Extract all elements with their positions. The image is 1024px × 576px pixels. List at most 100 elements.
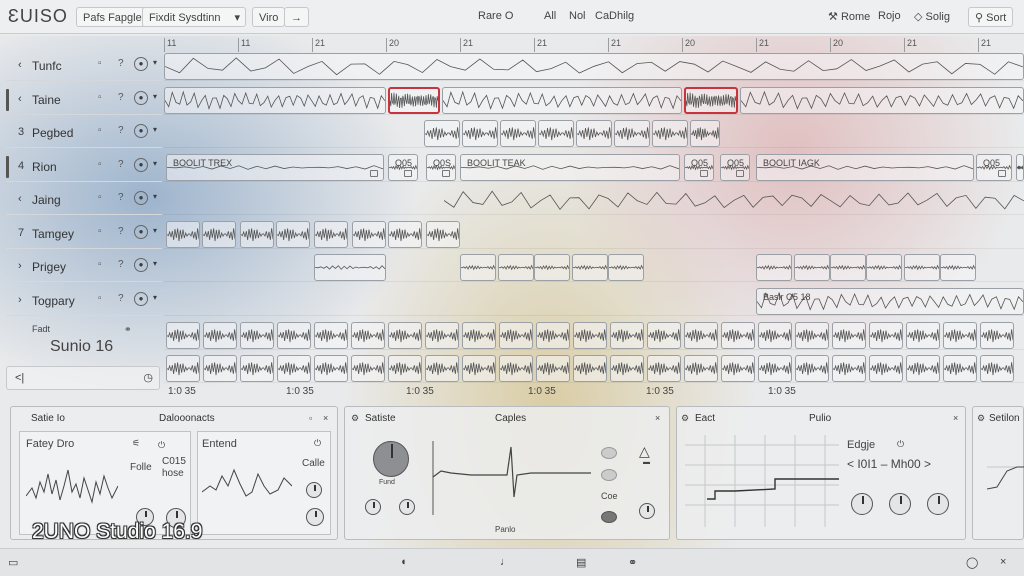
pattern-clip[interactable] [684, 322, 718, 349]
knob[interactable] [927, 493, 949, 515]
audio-clip[interactable] [500, 120, 536, 147]
pattern-clip[interactable] [647, 322, 681, 349]
pattern-clip[interactable] [573, 355, 607, 382]
nol-toggle[interactable]: Nol [569, 10, 586, 22]
knob[interactable] [306, 482, 322, 498]
record-arm-icon[interactable]: ● [134, 157, 148, 172]
chevron-down-icon[interactable]: ▾ [153, 293, 157, 302]
pattern-clip[interactable] [166, 355, 200, 382]
pattern-clip[interactable] [536, 355, 570, 382]
expand-icon[interactable]: ‹ [18, 59, 22, 71]
knob[interactable] [639, 503, 655, 519]
power-icon[interactable]: ⏻ [314, 438, 321, 449]
pattern-clip[interactable] [351, 355, 385, 382]
link-icon[interactable]: ⚭ [124, 324, 132, 335]
rome-button[interactable]: ⚒ Rome [828, 10, 870, 23]
audio-clip[interactable]: BOOLIT TREX [166, 153, 384, 181]
knob[interactable] [851, 493, 873, 515]
track-lane[interactable] [164, 118, 1024, 148]
system-dropdown[interactable]: Fixdit Sysdtinn ▾ [142, 7, 246, 27]
folder-icon[interactable]: ▤ [576, 556, 586, 569]
audio-clip[interactable]: BOOLIT TEAK [460, 153, 680, 181]
audio-clip[interactable] [314, 220, 348, 248]
timeline-ruler[interactable]: 11 11 21 20 21 21 21 20 21 20 21 21 [164, 38, 1024, 52]
pattern-clip[interactable] [869, 355, 903, 382]
pattern-clip[interactable] [388, 355, 422, 382]
record-arm-icon[interactable]: ● [134, 124, 148, 138]
pattern-clip[interactable] [462, 355, 496, 382]
track-lane[interactable] [164, 185, 1024, 215]
lock-icon[interactable]: ▫ [98, 125, 102, 136]
record-arm-icon[interactable]: ● [134, 191, 148, 205]
pattern-clip[interactable] [758, 322, 792, 349]
chevron-down-icon[interactable]: ▾ [153, 259, 157, 268]
pattern-clip[interactable] [832, 355, 866, 382]
audio-clip[interactable]: O0S [426, 153, 456, 181]
chevron-down-icon[interactable]: ▾ [153, 125, 157, 134]
track-lane[interactable] [164, 85, 1024, 115]
pattern-clip[interactable] [943, 322, 977, 349]
audio-clip[interactable]: O05 [388, 153, 418, 181]
track-header[interactable]: › Togpary ▫? ● ▾ [6, 286, 162, 316]
clip-handle[interactable] [404, 169, 412, 177]
chevron-down-icon[interactable]: ▾ [153, 192, 157, 201]
selected-clip[interactable] [684, 86, 738, 114]
chevron-down-icon[interactable]: ▾ [153, 58, 157, 67]
record-icon[interactable]: ◯ [966, 556, 978, 569]
close-icon[interactable]: × [655, 413, 660, 423]
pattern-clip[interactable] [573, 322, 607, 349]
pattern-clip[interactable] [943, 355, 977, 382]
audio-clip[interactable] [314, 254, 386, 281]
close-icon[interactable]: × [323, 413, 328, 423]
audio-clip[interactable] [164, 86, 386, 114]
pattern-clip[interactable] [832, 322, 866, 349]
knob[interactable] [365, 499, 381, 515]
help-icon[interactable]: ? [118, 192, 124, 203]
toggle[interactable] [601, 447, 617, 459]
audio-clip[interactable] [352, 220, 386, 248]
track-lane[interactable]: BOOLIT TREX O05 O0S BOOLIT TEAK O05 O05 BOOLIT… [164, 152, 1024, 182]
track-lane[interactable] [164, 219, 1024, 249]
clip-handle[interactable] [442, 169, 450, 177]
pattern-clip[interactable] [314, 355, 348, 382]
audio-clip[interactable] [164, 53, 1024, 80]
pattern-clip[interactable] [795, 322, 829, 349]
audio-clip[interactable] [276, 220, 310, 248]
pattern-clip[interactable] [425, 355, 459, 382]
record-arm-icon[interactable]: ● [134, 291, 148, 306]
chevron-down-icon[interactable]: ▾ [153, 159, 157, 168]
help-icon[interactable]: ? [118, 293, 124, 304]
track-header[interactable]: 3 Pegbed ▫? ● ▾ [6, 118, 162, 148]
record-arm-icon[interactable]: ● [134, 258, 148, 272]
audio-clip[interactable] [794, 254, 830, 281]
pattern-clip[interactable] [203, 322, 237, 349]
power-icon[interactable]: ⏻ [897, 439, 904, 450]
rate-control[interactable]: Rare O [478, 10, 513, 22]
audio-clip[interactable] [740, 86, 1024, 114]
track-lane[interactable] [164, 252, 1024, 282]
clip-handle[interactable] [998, 169, 1006, 177]
audio-clip[interactable] [442, 86, 682, 114]
pattern-clip[interactable] [277, 355, 311, 382]
audio-clip[interactable] [756, 254, 792, 281]
pattern-lane[interactable] [164, 320, 1024, 350]
track-lane[interactable]: Baslr O5 18 [164, 286, 1024, 316]
audio-clip[interactable]: O05 [720, 153, 750, 181]
clip-handle[interactable] [700, 169, 708, 177]
audio-clip[interactable] [904, 254, 940, 281]
pattern-clip[interactable] [351, 322, 385, 349]
track-header[interactable]: 4 Rion ▫? ● ▾ [6, 152, 162, 182]
toggle[interactable] [601, 469, 617, 481]
pattern-lane[interactable] [164, 353, 1024, 383]
link-icon[interactable]: ⚭ [628, 556, 637, 569]
selected-clip[interactable] [388, 86, 440, 114]
record-arm-icon[interactable]: ● [134, 224, 148, 239]
audio-clip[interactable] [866, 254, 902, 281]
help-icon[interactable]: ? [118, 125, 124, 136]
knob[interactable] [306, 508, 324, 526]
audio-clip[interactable] [460, 254, 496, 281]
pattern-clip[interactable] [610, 322, 644, 349]
pattern-clip[interactable] [758, 355, 792, 382]
audio-clip[interactable] [202, 220, 236, 248]
pattern-clip[interactable] [388, 322, 422, 349]
